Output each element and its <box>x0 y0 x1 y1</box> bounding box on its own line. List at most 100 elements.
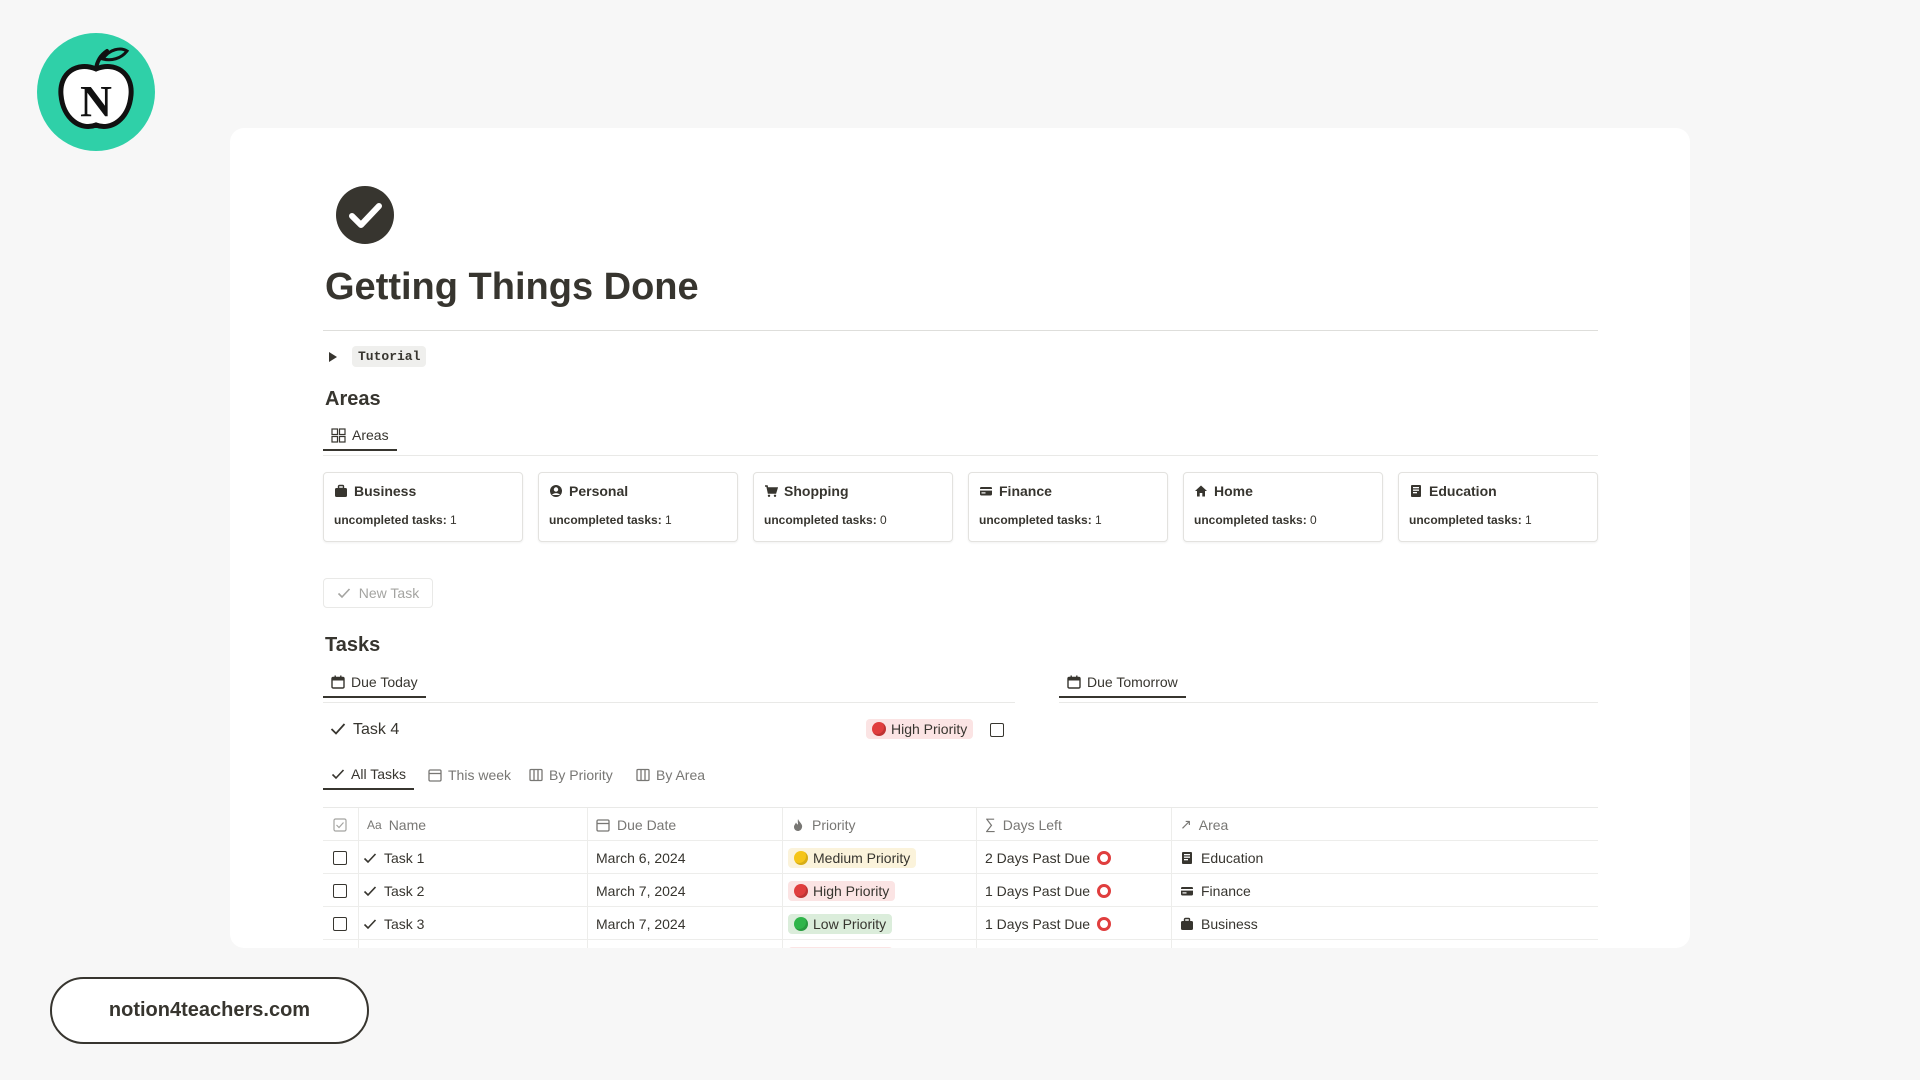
sigma-icon: ∑ <box>985 816 996 833</box>
tab-due-tomorrow[interactable]: Due Tomorrow <box>1059 668 1186 698</box>
area-meta: uncompleted tasks: 1 <box>334 513 457 527</box>
check-circle-icon[interactable] <box>336 186 394 244</box>
tab-by-area[interactable]: By Area <box>628 760 713 790</box>
calendar-icon <box>428 769 442 782</box>
task-checkbox[interactable] <box>990 723 1004 737</box>
tab-due-today[interactable]: Due Today <box>323 668 426 698</box>
column-label: Name <box>388 816 427 833</box>
area-card-shopping[interactable]: Shopping uncompleted tasks: 0 <box>753 472 953 542</box>
meta-value: 1 <box>450 513 457 527</box>
area-link[interactable]: Finance <box>1201 883 1251 899</box>
column-header-priority[interactable]: Priority <box>791 808 856 841</box>
area-meta: uncompleted tasks: 1 <box>1409 513 1532 527</box>
tab-by-priority[interactable]: By Priority <box>521 760 621 790</box>
area-link[interactable]: Business <box>1201 916 1258 932</box>
area-name: Home <box>1214 483 1253 499</box>
page-title[interactable]: Getting Things Done <box>325 266 699 309</box>
tab-divider <box>323 702 1015 703</box>
area-title: Home <box>1194 483 1253 499</box>
table-row[interactable]: Task 1 March 6, 2024 Medium Priority 2 D… <box>323 841 1598 874</box>
column-header-days-left[interactable]: ∑ Days Left <box>985 808 1062 841</box>
page-card: Getting Things Done Tutorial Areas Areas… <box>230 128 1690 948</box>
credit-card-icon <box>1181 886 1193 895</box>
table-row[interactable]: Task 3 March 7, 2024 Low Priority 1 Days… <box>323 907 1598 940</box>
area-meta: uncompleted tasks: 0 <box>1194 513 1317 527</box>
priority-label: High Priority <box>813 882 890 899</box>
tab-areas-gallery[interactable]: Areas <box>323 421 397 451</box>
task-name[interactable]: Task 1 <box>384 850 424 866</box>
due-today-item[interactable]: Task 4 High Priority <box>323 715 1023 745</box>
area-name: Education <box>1429 483 1497 499</box>
brand-logo: N <box>37 33 155 151</box>
check-icon <box>330 723 346 735</box>
area-card-home[interactable]: Home uncompleted tasks: 0 <box>1183 472 1383 542</box>
calendar-icon <box>596 818 610 832</box>
checkbox-icon[interactable] <box>333 817 347 832</box>
area-link[interactable]: Education <box>1201 850 1263 866</box>
column-header-name[interactable]: Aa Name <box>367 808 426 841</box>
new-task-button[interactable]: New Task <box>323 578 433 608</box>
toggle-label: Tutorial <box>352 346 427 367</box>
task-name[interactable]: Task 4 <box>353 721 399 739</box>
area-title: Education <box>1409 483 1497 499</box>
new-task-label: New Task <box>358 585 420 601</box>
table-header: Aa Name Due Date Priority ∑ Days Left ↗ <box>323 808 1598 841</box>
relation-arrow-icon: ↗ <box>1180 816 1192 832</box>
column-label: Priority <box>812 816 856 833</box>
board-icon <box>636 768 650 782</box>
table-row[interactable]: Task 2 March 7, 2024 High Priority 1 Day… <box>323 874 1598 907</box>
area-card-personal[interactable]: Personal uncompleted tasks: 1 <box>538 472 738 542</box>
due-date: March 7, 2024 <box>596 882 686 899</box>
area-meta: uncompleted tasks: 0 <box>764 513 887 527</box>
meta-value: 1 <box>665 513 672 527</box>
book-icon <box>1411 485 1421 497</box>
area-card-education[interactable]: Education uncompleted tasks: 1 <box>1398 472 1598 542</box>
meta-label: uncompleted tasks: <box>764 513 877 527</box>
cart-icon <box>765 485 778 497</box>
credit-card-icon <box>980 487 992 496</box>
area-title: Finance <box>979 483 1052 499</box>
book-icon <box>1182 851 1192 864</box>
priority-label: High Priority <box>891 721 968 737</box>
task-checkbox[interactable] <box>333 883 347 898</box>
website-link[interactable]: notion4teachers.com <box>50 977 369 1044</box>
column-header-due-date[interactable]: Due Date <box>596 808 676 841</box>
toggle-arrow-icon[interactable] <box>329 351 337 362</box>
due-date: March 7, 2024 <box>596 915 686 932</box>
select-all-cell[interactable] <box>333 808 347 841</box>
flame-icon <box>794 818 803 831</box>
meta-value: 1 <box>1525 513 1532 527</box>
check-icon <box>337 588 350 599</box>
area-title: Business <box>334 483 416 499</box>
task-checkbox[interactable] <box>333 850 347 865</box>
tab-divider <box>1059 702 1598 703</box>
check-icon <box>363 885 377 896</box>
priority-tag: High Priority <box>866 719 974 739</box>
meta-label: uncompleted tasks: <box>1194 513 1307 527</box>
meta-label: uncompleted tasks: <box>334 513 447 527</box>
divider <box>323 330 1598 331</box>
column-header-area[interactable]: ↗ Area <box>1180 808 1228 841</box>
column-label: Area <box>1198 816 1229 833</box>
tab-label: All Tasks <box>351 766 406 782</box>
task-checkbox[interactable] <box>333 916 347 931</box>
task-name[interactable]: Task 2 <box>384 883 424 899</box>
tab-all-tasks[interactable]: All Tasks <box>323 760 414 790</box>
house-icon <box>1195 485 1207 497</box>
tab-label: By Priority <box>549 767 613 783</box>
text-property-icon: Aa <box>367 817 382 832</box>
tab-this-week[interactable]: This week <box>420 760 519 790</box>
check-icon <box>363 852 377 863</box>
area-card-finance[interactable]: Finance uncompleted tasks: 1 <box>968 472 1168 542</box>
tutorial-toggle[interactable]: Tutorial <box>329 346 427 367</box>
tab-label: By Area <box>656 767 706 783</box>
calendar-icon <box>1067 675 1081 689</box>
task-name[interactable]: Task 3 <box>384 916 424 932</box>
meta-label: uncompleted tasks: <box>1409 513 1522 527</box>
calendar-icon <box>331 675 345 689</box>
table-row[interactable] <box>323 940 1598 948</box>
priority-label: Medium Priority <box>813 849 911 866</box>
area-card-business[interactable]: Business uncompleted tasks: 1 <box>323 472 523 542</box>
meta-value: 1 <box>1095 513 1102 527</box>
priority-tag <box>788 946 893 948</box>
